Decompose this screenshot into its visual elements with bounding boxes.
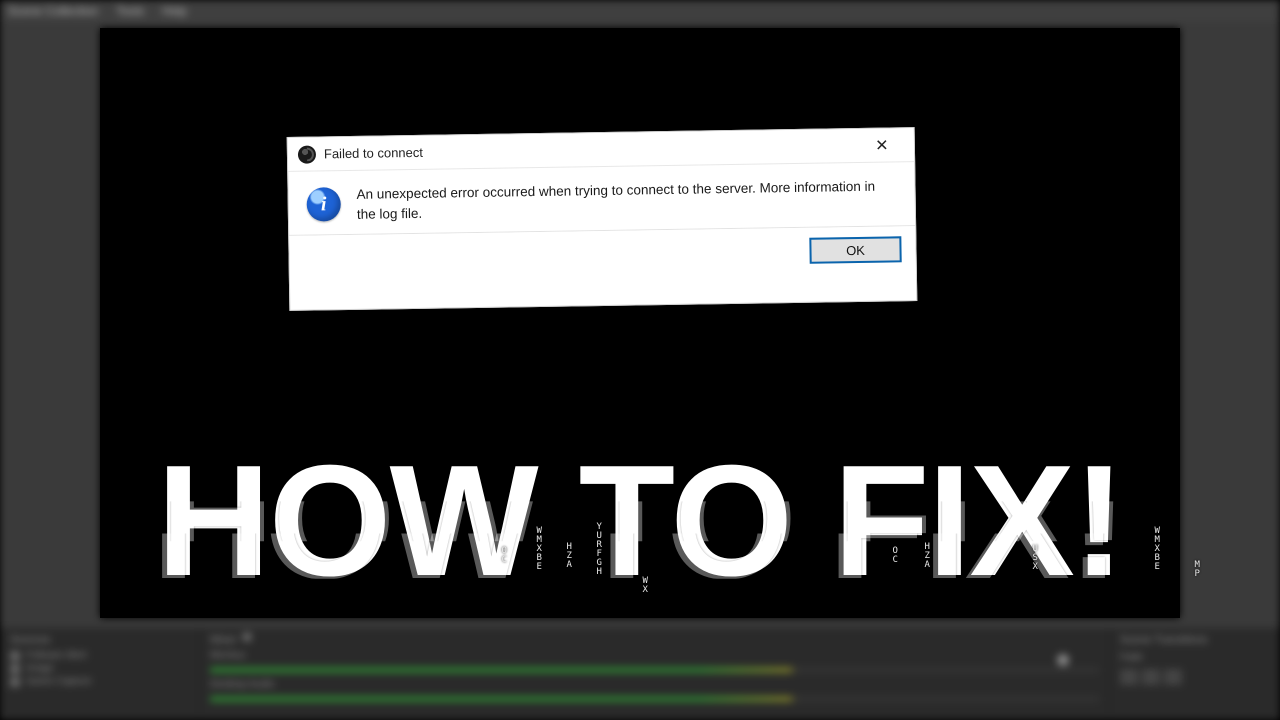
error-dialog: Failed to connect ✕ An unexpected error … <box>287 127 918 311</box>
panel-title: Sources <box>10 634 189 646</box>
add-transition-button[interactable] <box>1120 669 1138 685</box>
close-button[interactable]: ✕ <box>860 130 904 161</box>
eye-icon[interactable] <box>10 677 20 687</box>
dialog-message: An unexpected error occurred when trying… <box>356 176 897 224</box>
mixer-track-label: Desktop Audio <box>210 679 1099 690</box>
transition-mode[interactable]: Fade <box>1120 652 1269 663</box>
vu-meter <box>210 696 1099 702</box>
menu-item[interactable]: Tools <box>116 4 144 18</box>
glitch-decoration: OC <box>893 547 898 565</box>
glitch-decoration: MP <box>1195 561 1200 579</box>
transition-settings-button[interactable] <box>1164 669 1182 685</box>
volume-slider[interactable] <box>1057 654 1069 666</box>
glitch-decoration: WMXBE <box>537 527 542 572</box>
source-row[interactable]: Game Capture <box>10 676 189 687</box>
menu-item[interactable]: Scene Collection <box>8 4 98 18</box>
mixer-panel: Mixer Mic/Aux Desktop Audio <box>200 628 1110 720</box>
menu-item[interactable]: Help <box>162 4 187 18</box>
glitch-decoration: OC <box>502 547 507 565</box>
vu-meter <box>210 667 1099 673</box>
source-row[interactable]: Image <box>10 663 189 674</box>
glitch-decoration: USX <box>1033 545 1038 572</box>
gear-icon[interactable] <box>242 632 252 642</box>
info-icon <box>306 187 341 222</box>
dialog-actions: OK <box>289 226 916 284</box>
source-row[interactable]: Follower Alert <box>10 650 189 661</box>
glitch-decoration: HZA <box>925 543 930 570</box>
overlay-headline: HOW TO FIX! WMXBE OC HZA YURFGH WX OC HZ… <box>157 431 1124 612</box>
glitch-decoration: WX <box>643 577 648 595</box>
sources-panel: Sources Follower Alert Image Game Captur… <box>0 628 200 720</box>
eye-icon[interactable] <box>10 651 20 661</box>
headline-text: HOW TO FIX! <box>157 431 1124 612</box>
glitch-decoration: WMXBE <box>1155 527 1160 572</box>
dialog-body: An unexpected error occurred when trying… <box>288 162 915 235</box>
panel-title: Scene Transitions <box>1120 634 1269 646</box>
glitch-decoration: YURFGH <box>597 523 602 577</box>
menu-bar: Scene Collection Tools Help <box>0 0 1280 22</box>
ok-button[interactable]: OK <box>809 236 901 263</box>
panel-title: Mixer <box>210 634 1099 646</box>
transitions-panel: Scene Transitions Fade <box>1110 628 1280 720</box>
mixer-track-label: Mic/Aux <box>210 650 1099 661</box>
eye-icon[interactable] <box>10 664 20 674</box>
source-label: Game Capture <box>26 676 92 687</box>
remove-transition-button[interactable] <box>1142 669 1160 685</box>
bottom-panels: Sources Follower Alert Image Game Captur… <box>0 628 1280 720</box>
source-label: Image <box>26 663 54 674</box>
dialog-title: Failed to connect <box>324 145 423 162</box>
glitch-decoration: HZA <box>567 543 572 570</box>
source-label: Follower Alert <box>26 650 87 661</box>
obs-icon <box>298 145 316 163</box>
